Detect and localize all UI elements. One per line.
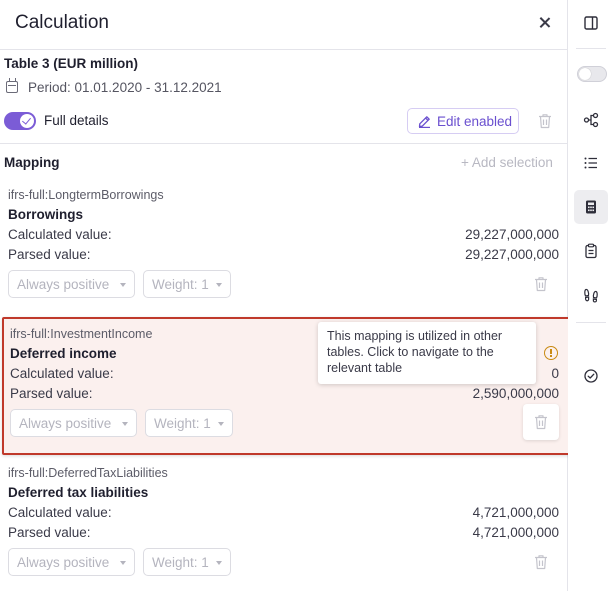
mapping-code: ifrs-full:InvestmentIncome (10, 327, 153, 341)
weight-dropdown[interactable]: Weight: 1 (143, 548, 231, 576)
full-details-label: Full details (44, 113, 109, 128)
mapping-item: ifrs-full:DeferredTaxLiabilities Deferre… (0, 458, 567, 588)
info-icon[interactable] (544, 346, 558, 360)
edit-enabled-label: Edit enabled (437, 114, 513, 129)
chevron-down-icon (122, 422, 128, 426)
calculated-value: 29,227,000,000 (465, 227, 559, 242)
parsed-value: 4,721,000,000 (472, 525, 559, 540)
toggle-knob (579, 68, 591, 80)
chevron-down-icon (216, 283, 222, 287)
calculator-icon (586, 200, 596, 214)
divider (0, 143, 567, 144)
parsed-value: 29,227,000,000 (465, 247, 559, 262)
sign-dropdown[interactable]: Always positive (8, 270, 135, 298)
calculated-value: 0 (551, 366, 559, 381)
calendar-icon (6, 78, 18, 93)
sign-dropdown-value: Always positive (17, 555, 110, 570)
calculated-label: Calculated value: (10, 366, 114, 381)
parsed-value: 2,590,000,000 (472, 386, 559, 401)
shared-mapping-tooltip: This mapping is utilized in other tables… (318, 322, 536, 384)
mapping-code: ifrs-full:DeferredTaxLiabilities (8, 466, 168, 480)
hierarchy-icon (583, 112, 599, 128)
toggle-knob (20, 114, 34, 128)
mapping-code: ifrs-full:LongtermBorrowings (8, 188, 164, 202)
parsed-label: Parsed value: (8, 525, 91, 540)
delete-mapping-icon[interactable] (534, 276, 548, 292)
chevron-down-icon (218, 422, 224, 426)
mapping-name: Deferred tax liabilities (8, 485, 149, 500)
sign-dropdown[interactable]: Always positive (8, 548, 135, 576)
calculated-label: Calculated value: (8, 227, 112, 242)
calculated-label: Calculated value: (8, 505, 112, 520)
weight-dropdown-value: Weight: 1 (154, 416, 211, 431)
rail-divider (576, 322, 606, 323)
mapping-name: Borrowings (8, 207, 84, 222)
panel-title: Calculation (15, 12, 109, 33)
parsed-label: Parsed value: (10, 386, 93, 401)
close-icon[interactable] (536, 14, 554, 32)
calculator-button[interactable] (574, 190, 608, 224)
clipboard-button[interactable] (574, 234, 608, 268)
mapping-heading: Mapping (4, 155, 60, 170)
delete-table-icon[interactable] (538, 113, 552, 129)
weight-dropdown-value: Weight: 1 (152, 277, 209, 292)
add-selection-button[interactable]: + Add selection (461, 155, 553, 170)
weight-dropdown[interactable]: Weight: 1 (145, 409, 233, 437)
sign-dropdown-value: Always positive (17, 277, 110, 292)
delete-mapping-icon[interactable] (534, 554, 548, 570)
panel-toggle-button[interactable] (574, 6, 608, 40)
hierarchy-button[interactable] (574, 103, 608, 137)
list-button[interactable] (574, 146, 608, 180)
sign-dropdown-value: Always positive (19, 416, 112, 431)
weight-dropdown[interactable]: Weight: 1 (143, 270, 231, 298)
edit-enabled-button[interactable]: Edit enabled (407, 108, 519, 134)
chevron-down-icon (120, 283, 126, 287)
chevron-down-icon (216, 561, 222, 565)
right-toolbar (568, 0, 614, 591)
check-button[interactable] (574, 359, 608, 393)
chevron-down-icon (120, 561, 126, 565)
period-text: Period: 01.01.2020 - 31.12.2021 (28, 80, 222, 95)
table-title: Table 3 (EUR million) (4, 56, 139, 71)
calculation-panel: Calculation Table 3 (EUR million) Period… (0, 0, 570, 591)
check-circle-icon (584, 369, 598, 383)
calculated-value: 4,721,000,000 (472, 505, 559, 520)
delete-mapping-button[interactable] (523, 404, 559, 440)
panel-icon (584, 16, 598, 30)
rail-divider (576, 48, 606, 49)
panel-header: Calculation (0, 0, 567, 50)
trash-icon (535, 415, 547, 430)
footprints-button[interactable] (574, 278, 608, 312)
mapping-item: ifrs-full:LongtermBorrowings Borrowings … (0, 180, 567, 310)
pencil-icon (418, 116, 430, 128)
weight-dropdown-value: Weight: 1 (152, 555, 209, 570)
footprints-icon (584, 288, 598, 303)
sign-dropdown[interactable]: Always positive (10, 409, 137, 437)
clipboard-icon (585, 243, 597, 259)
full-details-toggle[interactable] (4, 112, 36, 130)
mapping-name: Deferred income (10, 346, 117, 361)
list-icon (584, 157, 597, 169)
parsed-label: Parsed value: (8, 247, 91, 262)
toggle-icon[interactable] (577, 66, 607, 82)
